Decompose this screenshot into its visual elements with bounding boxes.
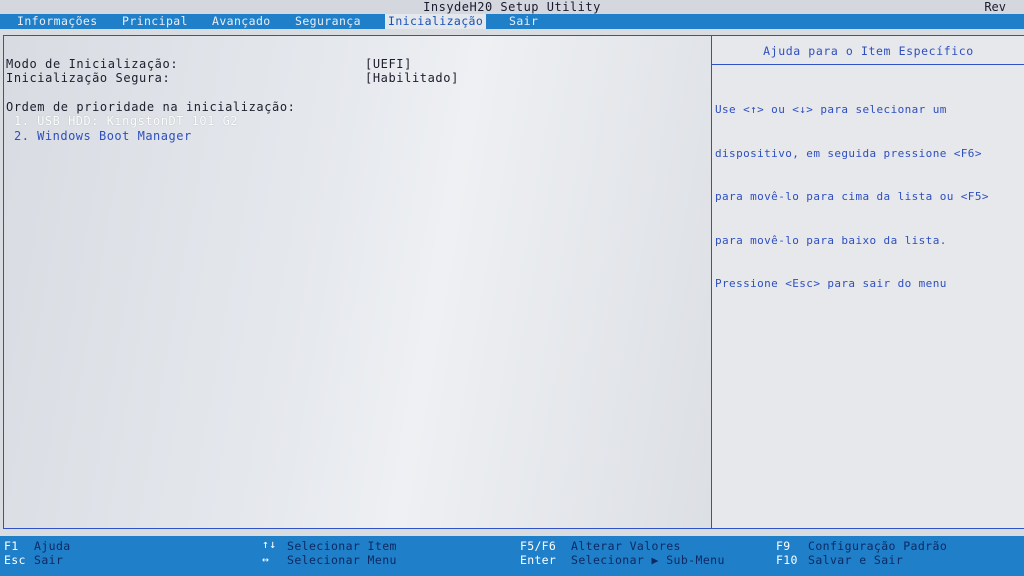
boot-order-item-windows-boot-manager[interactable]: 2. Windows Boot Manager [14,129,192,143]
tab-principal[interactable]: Principal [119,14,191,29]
enter-key: Enter [520,553,557,567]
left-right-arrow-icon: ↔ [262,552,270,566]
tab-informacoes[interactable]: Informações [14,14,101,29]
f9-desc: Configuração Padrão [808,539,948,553]
boot-order-title: Ordem de prioridade na inicialização: [6,100,296,114]
help-title: Ajuda para o Item Específico [763,44,974,58]
secure-boot-label: Inicialização Segura: [6,71,171,85]
help-line: dispositivo, em seguida pressione <F6> [715,146,982,160]
tab-inicializacao[interactable]: Inicialização [385,14,487,29]
tab-sair[interactable]: Sair [506,14,541,29]
help-line: Use <↑> ou <↓> para selecionar um [715,103,947,116]
help-line: Pressione <Esc> para sair do menu [715,277,947,290]
key-legend-bar: F1 Ajuda Esc Sair ↑↓ Selecionar Item ↔ S… [0,536,1024,576]
help-text: Use <↑> ou <↓> para selecionar um dispos… [715,74,1023,321]
help-divider [712,64,1024,65]
menu-bar: Informações Principal Avançado Segurança… [0,14,1024,29]
boot-mode-value[interactable]: [UEFI] [365,57,412,71]
f1-key: F1 [4,539,19,553]
window-title: InsydeH20 Setup Utility [423,0,601,14]
up-down-arrow-icon: ↑↓ [262,537,277,551]
f9-key: F9 [776,539,791,553]
leftright-desc: Selecionar Menu [287,553,397,567]
tab-avancado[interactable]: Avançado [209,14,274,29]
updown-desc: Selecionar Item [287,539,397,553]
enter-desc: Selecionar ▶ Sub-Menu [571,553,725,567]
help-line: para movê-lo para baixo da lista. [715,233,947,247]
help-line: para movê-lo para cima da lista ou <F5> [715,190,989,203]
f1-desc: Ajuda [34,539,71,553]
esc-desc: Sair [34,553,64,567]
f5f6-key: F5/F6 [520,539,557,553]
secure-boot-value[interactable]: [Habilitado] [365,71,459,85]
help-panel: Ajuda para o Item Específico Use <↑> ou … [711,35,1024,529]
boot-mode-label: Modo de Inicialização: [6,57,179,71]
esc-key: Esc [4,553,26,567]
f10-key: F10 [776,553,798,567]
title-bar: InsydeH20 Setup Utility Rev [0,0,1024,14]
f10-desc: Salvar e Sair [808,553,904,567]
f5f6-desc: Alterar Valores [571,539,681,553]
tab-seguranca[interactable]: Segurança [292,14,364,29]
revision-label: Rev [984,0,1006,14]
main-panel: Modo de Inicialização: [UEFI] Inicializa… [3,35,712,529]
boot-order-item-usb-hdd[interactable]: 1. USB HDD: KingstonDT 101 G2 [14,114,238,128]
